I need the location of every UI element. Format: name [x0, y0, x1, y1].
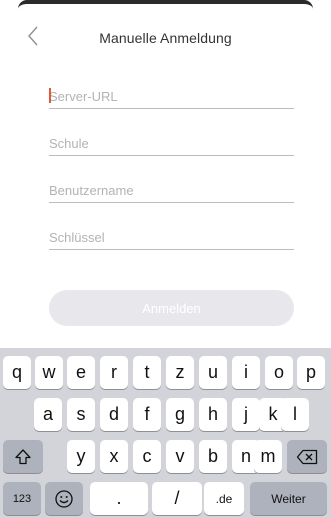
- key-e[interactable]: e: [67, 356, 95, 389]
- key-h[interactable]: h: [199, 398, 227, 431]
- key-u[interactable]: u: [199, 356, 227, 389]
- key-t[interactable]: t: [133, 356, 161, 389]
- text-caret: [49, 88, 51, 103]
- domain-key[interactable]: .de: [204, 482, 244, 515]
- key-field[interactable]: [49, 227, 294, 250]
- slash-key[interactable]: /: [152, 482, 202, 515]
- shift-key[interactable]: [3, 440, 43, 473]
- key-r[interactable]: r: [100, 356, 128, 389]
- backspace-key[interactable]: [287, 440, 327, 473]
- numbers-key[interactable]: 123: [3, 482, 41, 515]
- key-j[interactable]: j: [232, 398, 260, 431]
- username-field[interactable]: [49, 180, 294, 203]
- page-title: Manuelle Anmeldung: [99, 30, 232, 46]
- key-input[interactable]: [49, 227, 294, 247]
- return-key[interactable]: Weiter: [250, 482, 327, 515]
- sheet-top-edge: [18, 0, 313, 9]
- key-x[interactable]: x: [100, 440, 128, 473]
- server-url-input[interactable]: [49, 86, 294, 106]
- key-m[interactable]: m: [254, 440, 282, 473]
- username-input[interactable]: [49, 180, 294, 200]
- emoji-key[interactable]: [45, 482, 83, 515]
- key-i[interactable]: i: [232, 356, 260, 389]
- emoji-icon: [55, 489, 73, 508]
- period-key[interactable]: .: [90, 482, 148, 515]
- key-f[interactable]: f: [133, 398, 161, 431]
- key-g[interactable]: g: [166, 398, 194, 431]
- key-p[interactable]: p: [297, 356, 325, 389]
- shift-icon: [15, 448, 31, 464]
- header: Manuelle Anmeldung: [0, 22, 331, 52]
- key-v[interactable]: v: [166, 440, 194, 473]
- key-q[interactable]: q: [3, 356, 31, 389]
- keyboard: q w e r t z u i o p a s d f g h j k l y …: [0, 348, 331, 518]
- key-c[interactable]: c: [133, 440, 161, 473]
- login-button[interactable]: Anmelden: [49, 290, 294, 326]
- school-field[interactable]: [49, 133, 294, 156]
- key-w[interactable]: w: [35, 356, 63, 389]
- key-l[interactable]: l: [281, 398, 309, 431]
- key-b[interactable]: b: [199, 440, 227, 473]
- key-z[interactable]: z: [166, 356, 194, 389]
- key-y[interactable]: y: [67, 440, 95, 473]
- key-a[interactable]: a: [34, 398, 62, 431]
- server-url-field[interactable]: [49, 86, 294, 109]
- key-s[interactable]: s: [67, 398, 95, 431]
- school-input[interactable]: [49, 133, 294, 153]
- key-o[interactable]: o: [265, 356, 293, 389]
- key-d[interactable]: d: [100, 398, 128, 431]
- backspace-icon: [296, 449, 318, 464]
